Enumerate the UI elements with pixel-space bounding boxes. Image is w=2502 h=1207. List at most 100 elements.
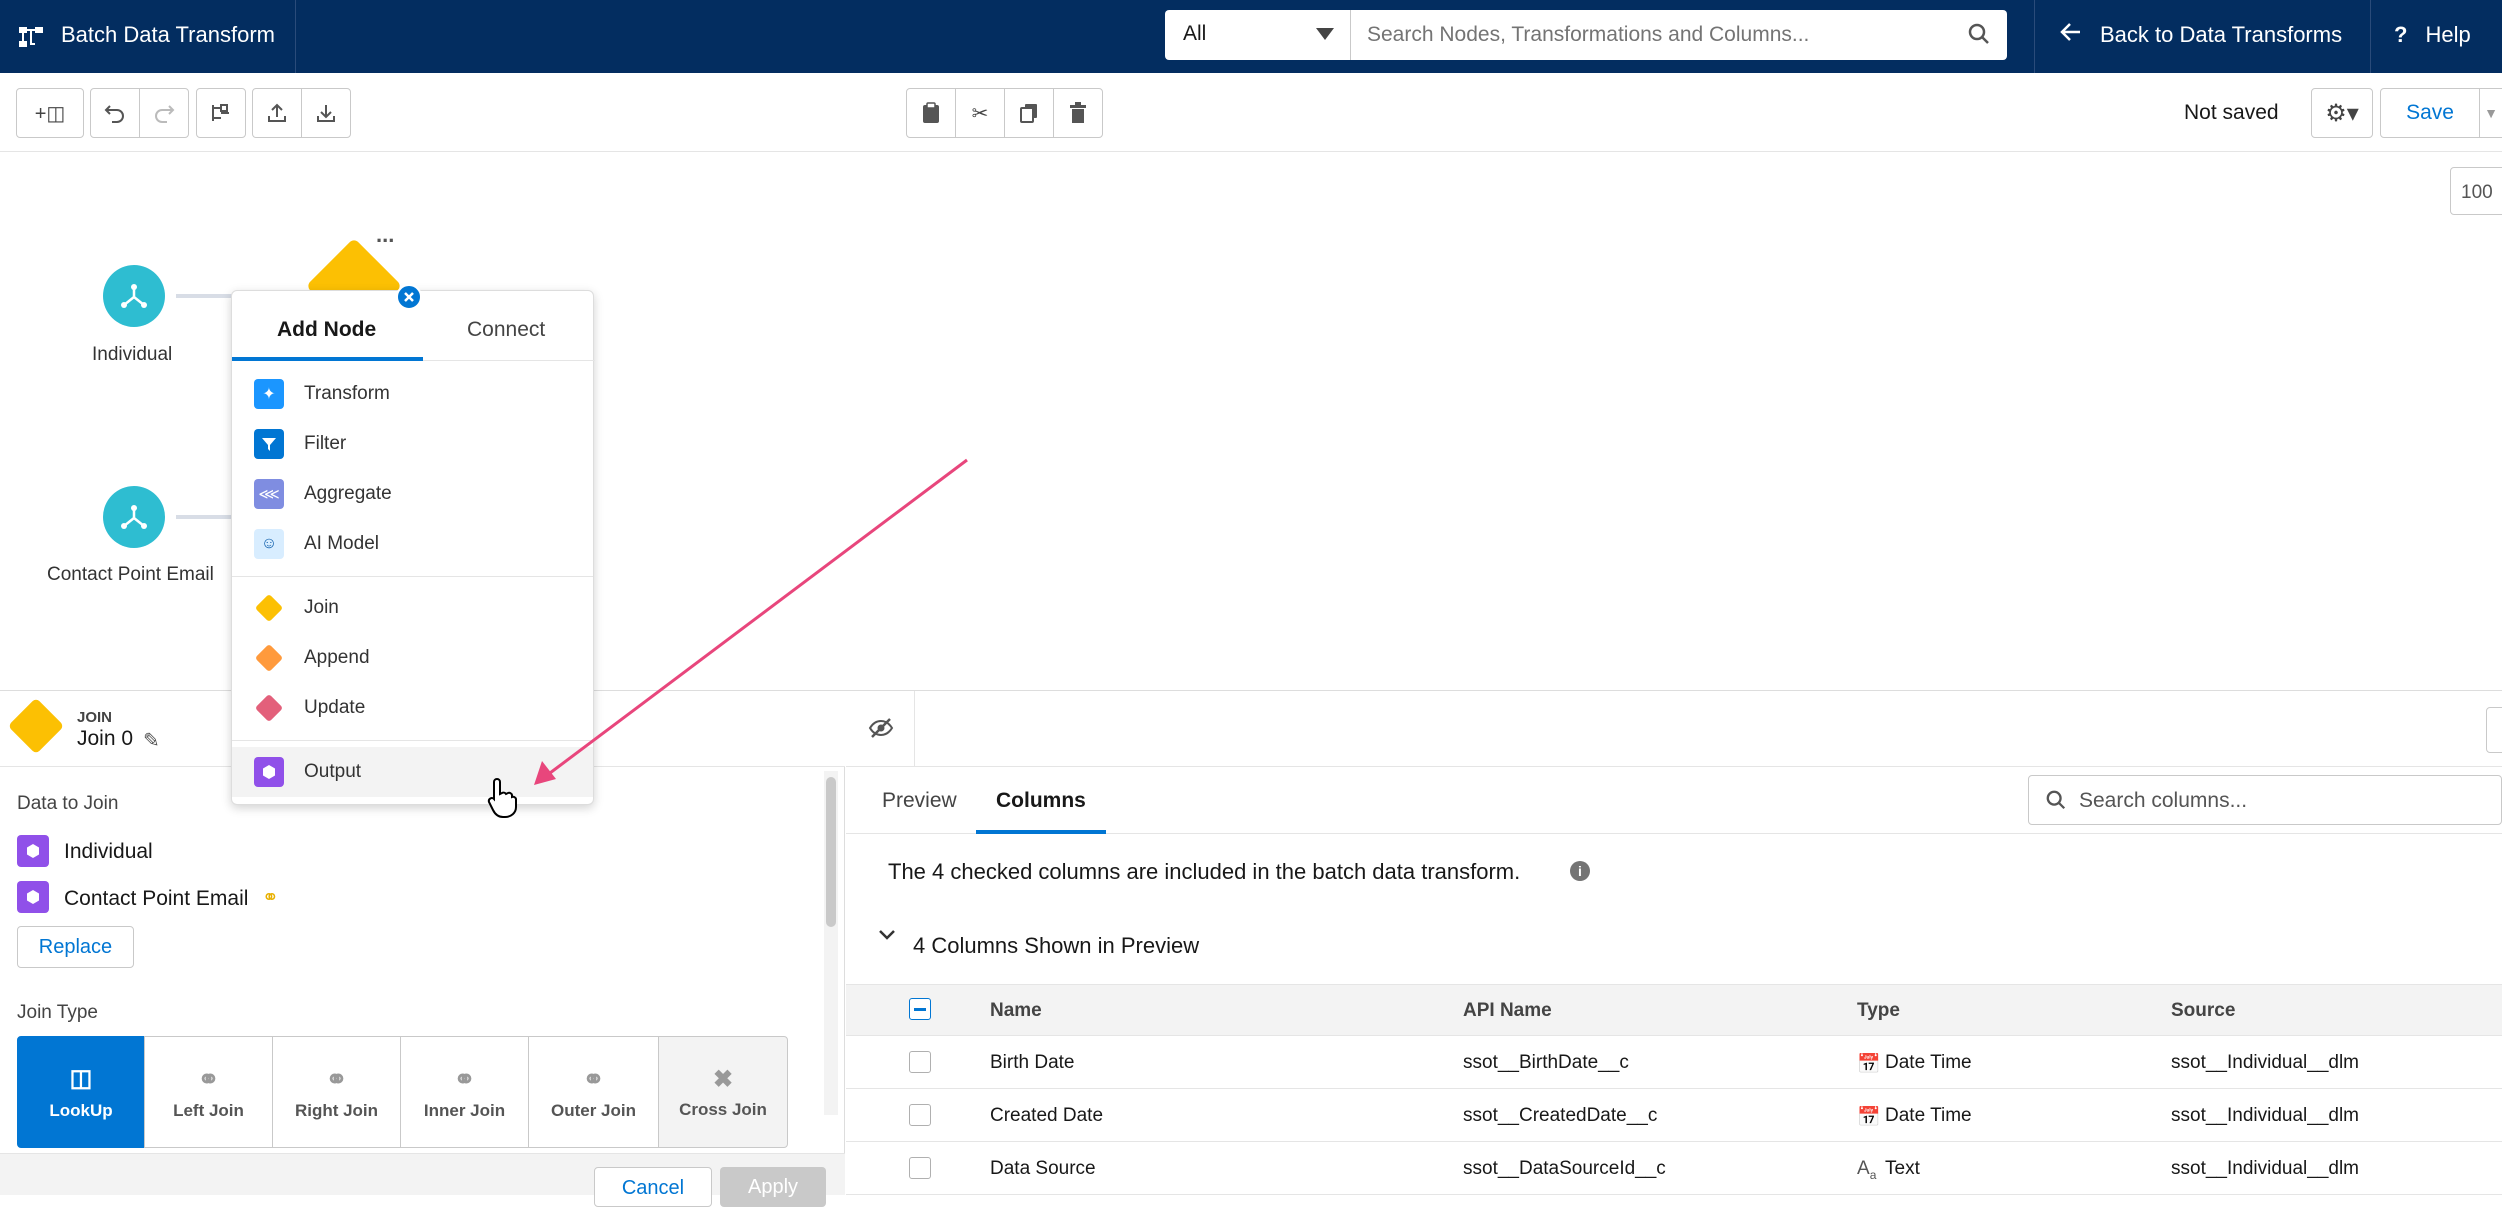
table-row: Data Source ssot__DataSourceId__c Aa Tex…: [846, 1142, 2502, 1195]
filter-select[interactable]: All: [1165, 10, 1351, 60]
copy-button[interactable]: [1004, 88, 1054, 138]
source-node-icon: [121, 284, 147, 308]
download-button[interactable]: [301, 88, 351, 138]
tab-columns[interactable]: Columns: [996, 789, 1086, 813]
node-name: Join 0: [77, 727, 134, 750]
divider: [2370, 0, 2371, 73]
paste-button[interactable]: [906, 88, 956, 138]
apply-button[interactable]: Apply: [720, 1167, 826, 1207]
column-header-name[interactable]: Name: [990, 1000, 1042, 1022]
download-icon: [317, 105, 335, 122]
cell-api-name: ssot__CreatedDate__c: [1463, 1105, 1658, 1126]
collapse-toggle[interactable]: [2486, 707, 2502, 753]
cell-name: Birth Date: [990, 1052, 1075, 1073]
column-header-type[interactable]: Type: [1857, 1000, 1900, 1022]
join-type-left[interactable]: ⚭ Left Join: [144, 1036, 273, 1148]
tab-add-node[interactable]: Add Node: [277, 318, 376, 342]
info-icon[interactable]: i: [1570, 861, 1590, 881]
join-type-label: Outer Join: [550, 1100, 636, 1120]
search-input[interactable]: Search Nodes, Transformations and Column…: [1351, 10, 2007, 60]
cancel-button[interactable]: Cancel: [594, 1167, 712, 1207]
close-menu-button[interactable]: [396, 284, 422, 310]
replace-label: Replace: [38, 935, 113, 958]
join-type-inner[interactable]: ⚭ Inner Join: [400, 1036, 529, 1148]
add-database-icon: +◫: [34, 102, 66, 125]
cross-join-icon: ✖: [712, 1065, 734, 1093]
dataset-icon: [17, 881, 49, 913]
join-type-label: Join Type: [17, 1002, 98, 1023]
table-header: [846, 984, 2502, 1036]
save-status: Not saved: [2184, 101, 2279, 124]
auto-layout-button[interactable]: [196, 88, 246, 138]
search-placeholder: Search columns...: [2079, 789, 2248, 812]
redo-icon: [155, 105, 175, 123]
panel-scrollbar[interactable]: [824, 771, 838, 1115]
row-checkbox[interactable]: [909, 1157, 931, 1179]
venn-icon: ⚭: [453, 1063, 476, 1094]
column-header-api-name[interactable]: API Name: [1463, 1000, 1552, 1022]
source-label: Individual: [64, 840, 153, 863]
row-checkbox[interactable]: [909, 1051, 931, 1073]
chevron-down-icon[interactable]: [878, 928, 896, 946]
apply-label: Apply: [747, 1176, 799, 1198]
menu-item-label: AI Model: [304, 533, 379, 554]
link-icon: ⚭: [262, 887, 279, 909]
app-title: Batch Data Transform: [61, 22, 275, 47]
filter-icon: [254, 429, 284, 459]
annotation-arrow: [534, 458, 968, 785]
upload-button[interactable]: [252, 88, 302, 138]
toolbar: +◫ ✂ Not saved ⚙▾ Save ▼: [0, 73, 2502, 152]
tab-preview[interactable]: Preview: [882, 789, 957, 813]
venn-icon: ⚭: [325, 1063, 348, 1094]
cut-button[interactable]: ✂: [955, 88, 1005, 138]
search-icon: [2045, 789, 2067, 817]
menu-item-transform[interactable]: ✦ Transform: [232, 369, 593, 419]
cell-type: Date Time: [1885, 1105, 1972, 1126]
row-checkbox[interactable]: [909, 1104, 931, 1126]
node-contact-point-email[interactable]: [103, 486, 165, 548]
help-button[interactable]: ? Help: [2394, 22, 2471, 48]
join-type-cross[interactable]: ✖ Cross Join: [658, 1036, 788, 1148]
join-type-outer[interactable]: ⚭ Outer Join: [528, 1036, 659, 1148]
cell-type: Text: [1885, 1158, 1920, 1179]
join-type-label: Cross Join: [679, 1099, 767, 1119]
redo-button[interactable]: [139, 88, 189, 138]
save-button[interactable]: Save: [2380, 88, 2480, 138]
column-header-source[interactable]: Source: [2171, 1000, 2235, 1022]
table-row: Birth Date ssot__BirthDate__c 📅 Date Tim…: [846, 1036, 2502, 1089]
clipboard-icon: [923, 102, 939, 123]
preview-panel: Preview Columns Search columns... The 4 …: [846, 691, 2502, 1195]
select-all-checkbox[interactable]: [909, 998, 931, 1020]
edit-icon[interactable]: ✎: [143, 728, 160, 753]
join-type-label: Right Join: [294, 1100, 379, 1120]
output-icon: [254, 757, 284, 787]
copy-icon: [1020, 104, 1037, 123]
back-button[interactable]: Back to Data Transforms: [2060, 22, 2342, 48]
cell-name: Created Date: [990, 1105, 1104, 1126]
join-type-lookup[interactable]: ◫ LookUp: [17, 1036, 145, 1148]
settings-button[interactable]: ⚙▾: [2311, 88, 2373, 138]
panel-footer: [0, 1153, 845, 1195]
info-text: The 4 checked columns are included in th…: [888, 859, 1521, 884]
cell-api-name: ssot__BirthDate__c: [1463, 1052, 1629, 1073]
search-icon[interactable]: [1967, 22, 1991, 51]
delete-button[interactable]: [1053, 88, 1103, 138]
chevron-down-icon: [1316, 28, 1334, 40]
tab-connect[interactable]: Connect: [467, 318, 545, 342]
node-individual[interactable]: [103, 265, 165, 327]
replace-button[interactable]: Replace: [17, 926, 134, 968]
cell-source: ssot__Individual__dlm: [2171, 1052, 2360, 1073]
calendar-icon: 📅: [1857, 1054, 1881, 1075]
menu-item-label: Transform: [304, 383, 390, 404]
join-type-label: Inner Join: [423, 1100, 506, 1120]
add-data-button[interactable]: +◫: [16, 88, 84, 138]
column-search-input[interactable]: Search columns...: [2028, 775, 2502, 825]
connector-line: [176, 515, 236, 519]
undo-button[interactable]: [90, 88, 140, 138]
save-menu-button[interactable]: ▼: [2479, 88, 2502, 138]
scrollbar-thumb[interactable]: [826, 777, 836, 927]
join-type-right[interactable]: ⚭ Right Join: [272, 1036, 401, 1148]
back-label: Back to Data Transforms: [2100, 22, 2343, 47]
zoom-control[interactable]: 100: [2450, 167, 2502, 215]
more-actions-icon[interactable]: ...: [376, 222, 394, 248]
